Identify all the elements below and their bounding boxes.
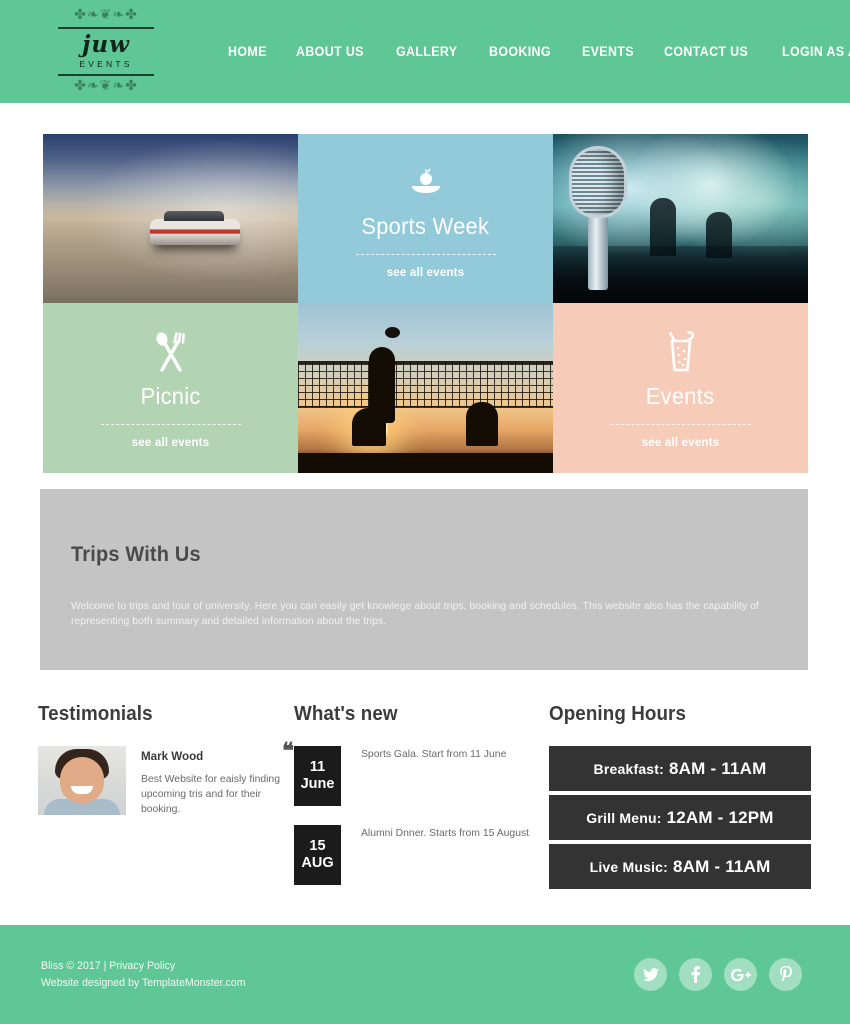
page-root: ✤❧❦❧✤ juw EVENTS ✤❧❦❧✤ HOME ABOUT US GAL… xyxy=(0,0,850,1024)
site-footer: Bliss © 2017 | Privacy Policy Website de… xyxy=(0,925,850,1024)
nav-item-contact-us[interactable]: CONTACT US xyxy=(664,44,748,59)
nav-item-events[interactable]: EVENTS xyxy=(582,44,634,59)
privacy-policy-link[interactable]: Privacy Policy xyxy=(109,960,175,972)
logo-subtitle: EVENTS xyxy=(79,59,133,69)
logo-name: juw xyxy=(82,31,130,58)
nav-item-home[interactable]: HOME xyxy=(228,44,267,59)
nav-item-login-as-admin[interactable]: LOGIN AS ADMIN xyxy=(782,44,850,59)
nav-item-gallery[interactable]: GALLERY xyxy=(396,44,457,59)
tile-divider xyxy=(355,254,496,255)
tile-events[interactable]: Events see all events xyxy=(553,303,808,473)
testimonial-item: ❝ Mark Wood Best Website for eaisly find… xyxy=(38,740,294,817)
testimonials-title: Testimonials xyxy=(38,703,153,725)
tile-link-sports-week[interactable]: see all events xyxy=(387,267,465,279)
site-header: ✤❧❦❧✤ juw EVENTS ✤❧❦❧✤ HOME ABOUT US GAL… xyxy=(0,0,850,103)
twitter-icon[interactable] xyxy=(634,958,667,991)
tile-photo-road-trip[interactable] xyxy=(43,134,298,303)
tile-photo-concert[interactable] xyxy=(553,134,808,303)
spoon-and-fork-icon xyxy=(149,328,193,374)
site-logo[interactable]: ✤❧❦❧✤ juw EVENTS ✤❧❦❧✤ xyxy=(58,8,154,95)
hour-label: Breakfast: xyxy=(593,760,665,777)
tile-sports-week[interactable]: Sports Week see all events xyxy=(298,134,553,303)
pinterest-icon[interactable] xyxy=(769,958,802,991)
tile-title-events: Events xyxy=(646,382,715,409)
tile-divider xyxy=(610,423,751,425)
drink-glass-icon xyxy=(661,328,701,374)
tile-link-picnic[interactable]: see all events xyxy=(132,437,210,449)
trips-title: Trips With Us xyxy=(71,543,201,566)
volleyball-net xyxy=(298,360,553,409)
category-tile-grid: Sports Week see all events Picnic see al… xyxy=(43,134,808,473)
footer-copyright-line: Bliss © 2017 | Privacy Policy xyxy=(41,958,246,975)
news-month: June xyxy=(300,776,335,792)
whats-new-title: What's new xyxy=(294,703,398,725)
tile-picnic[interactable]: Picnic see all events xyxy=(43,303,298,473)
player-crouching-silhouette xyxy=(351,408,386,447)
tile-divider xyxy=(100,423,241,425)
tile-title-picnic: Picnic xyxy=(140,382,201,409)
microphone-stand xyxy=(588,216,608,290)
nav-item-about-us[interactable]: ABOUT US xyxy=(296,44,364,59)
news-date-badge: 11 June xyxy=(294,746,341,806)
footer-credit: Website designed by TemplateMonster.com xyxy=(41,976,246,989)
avatar-face xyxy=(60,757,104,803)
player-ready-silhouette xyxy=(466,401,499,446)
trips-with-us-panel: Trips With Us Welcome to trips and tour … xyxy=(40,489,808,670)
avatar xyxy=(38,746,126,815)
news-day: 15 xyxy=(309,838,326,854)
logo-flourish-top-icon: ✤❧❦❧✤ xyxy=(74,7,138,23)
tile-link-events[interactable]: see all events xyxy=(642,437,720,449)
hour-value: 8AM - 11AM xyxy=(673,856,771,876)
logo-rule-bottom xyxy=(58,74,154,76)
hour-value: 8AM - 11AM xyxy=(669,758,767,778)
tile-photo-volleyball[interactable] xyxy=(298,303,553,473)
apple-on-plate-icon xyxy=(404,158,448,204)
trips-description: Welcome to trips and tour of university.… xyxy=(71,601,759,627)
news-date-badge: 15 AUG xyxy=(294,825,341,885)
volleyball-icon xyxy=(384,326,400,338)
news-text: Alumni Dnner. Starts from 15 August xyxy=(361,828,530,839)
quote-mark-icon: ❝ xyxy=(282,738,294,764)
opening-hours-row-breakfast: Breakfast: 8AM - 11AM xyxy=(549,746,811,791)
list-item[interactable]: 11 June Sports Gala. Start from 11 June xyxy=(294,746,549,806)
convertible-car-icon xyxy=(150,210,241,245)
whats-new-section: What's new 11 June Sports Gala. Start fr… xyxy=(294,703,549,904)
microphone-icon xyxy=(569,146,627,218)
logo-flourish-bottom-icon: ✤❧❦❧✤ xyxy=(74,78,138,94)
tile-title-sports-week: Sports Week xyxy=(361,213,490,239)
main-navigation: HOME ABOUT US GALLERY BOOKING EVENTS CON… xyxy=(228,44,850,59)
opening-hours-section: Opening Hours Breakfast: 8AM - 11AM Gril… xyxy=(549,703,811,904)
footer-copyright: Bliss © 2017 | xyxy=(41,959,110,972)
testimonial-body: ❝ Mark Wood Best Website for eaisly find… xyxy=(141,740,294,817)
opening-hours-row-live-music: Live Music: 8AM - 11AM xyxy=(549,844,811,889)
google-plus-icon[interactable] xyxy=(724,958,757,991)
facebook-icon[interactable] xyxy=(679,958,712,991)
list-item[interactable]: 15 AUG Alumni Dnner. Starts from 15 Augu… xyxy=(294,825,549,885)
testimonial-author: Mark Wood xyxy=(141,750,204,763)
testimonial-text: Best Website for eaisly finding upcoming… xyxy=(141,774,280,815)
testimonials-section: Testimonials ❝ Mark Wood Best Website fo… xyxy=(38,703,294,904)
news-month: AUG xyxy=(301,855,334,871)
news-day: 11 xyxy=(309,759,326,775)
social-links xyxy=(634,958,802,991)
hour-value: 12AM - 12PM xyxy=(666,807,774,827)
hour-label: Live Music: xyxy=(589,858,669,875)
logo-rule-top xyxy=(58,27,154,29)
nav-item-booking[interactable]: BOOKING xyxy=(489,44,551,59)
footer-text-block: Bliss © 2017 | Privacy Policy Website de… xyxy=(41,958,246,992)
hour-label: Grill Menu: xyxy=(586,809,662,826)
opening-hours-title: Opening Hours xyxy=(549,703,687,725)
beach-ground xyxy=(298,452,553,473)
content-columns: Testimonials ❝ Mark Wood Best Website fo… xyxy=(38,703,813,904)
opening-hours-row-grill-menu: Grill Menu: 12AM - 12PM xyxy=(549,795,811,840)
news-text: Sports Gala. Start from 11 June xyxy=(361,749,507,760)
